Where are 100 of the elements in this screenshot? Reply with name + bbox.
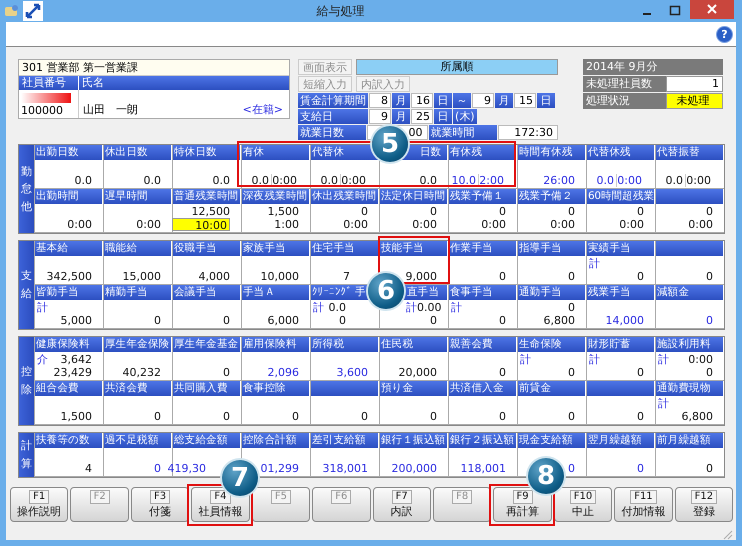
value-text: 0 xyxy=(637,366,644,379)
column-header: 前貸金 xyxy=(518,381,586,396)
amount-text: 0 xyxy=(637,205,644,218)
value-text: 0 xyxy=(499,366,506,379)
step-number: 6 xyxy=(368,273,404,309)
value-text: 0.0 xyxy=(212,174,230,187)
date-field[interactable]: 15 xyxy=(514,93,536,108)
column-header: 技能手当 xyxy=(380,241,448,256)
step-number: 8 xyxy=(528,458,564,494)
column-header: 出勤時間 xyxy=(35,189,103,204)
value-text: 0 xyxy=(706,314,713,327)
value-text: 0 xyxy=(568,366,575,379)
resize-grip-icon[interactable] xyxy=(723,530,733,540)
field-label: 未処理社員数 xyxy=(583,76,666,92)
date-field[interactable]: 8 xyxy=(369,93,391,108)
function-key-button[interactable]: F1 操作説明 xyxy=(10,487,68,522)
date-field[interactable]: 25 xyxy=(411,109,433,124)
value-text: 0 xyxy=(499,314,506,327)
value-field: 1 xyxy=(666,76,723,92)
field-label: 支給日 xyxy=(298,109,368,124)
value-text: 40,232 xyxy=(122,366,161,379)
sort-order-field[interactable]: 所属順 xyxy=(356,59,558,75)
value-text: 7 xyxy=(343,270,351,283)
column-header: 60時間超残業 xyxy=(587,189,655,204)
close-button[interactable] xyxy=(690,0,734,19)
column-header: 通勤手当 xyxy=(518,285,586,300)
value-text: 0:00 xyxy=(67,218,92,231)
column-header: 遅早時間 xyxy=(104,189,172,204)
column-header: 有休 xyxy=(242,145,310,160)
value-text: 0:00 xyxy=(688,218,713,231)
column-header: 預り金 xyxy=(380,381,448,396)
input-field[interactable]: 10:00 xyxy=(172,218,230,231)
column-header: 普通残業時間 xyxy=(173,189,241,204)
value-text: 0 xyxy=(430,410,437,423)
value-text: 0 xyxy=(568,462,575,475)
value-text: 0 xyxy=(706,270,713,283)
function-key-button[interactable]: F11 付加情報 xyxy=(614,487,673,522)
column-header: 家族手当 xyxy=(242,241,310,256)
unit-label: ～ xyxy=(453,93,471,108)
column-header: 共同購入費 xyxy=(173,381,241,396)
column-header: 残業予備２ xyxy=(518,189,586,204)
function-key-button[interactable]: F10 中止 xyxy=(554,487,612,522)
value-text: 23,429 xyxy=(54,366,92,379)
value-text: 0:00 xyxy=(136,218,161,231)
amount-text: 12,500 xyxy=(192,205,230,218)
function-key-button[interactable]: F3 付箋 xyxy=(130,487,190,522)
value-text: 0 xyxy=(223,366,230,379)
date-field[interactable]: 9 xyxy=(369,109,391,124)
value-text: 3,600 xyxy=(336,366,368,379)
column-header: 過不足税額 xyxy=(104,433,172,448)
value-text: 5,000 xyxy=(60,314,92,327)
column-header: 指導手当 xyxy=(518,241,586,256)
column-header: 残業手当 xyxy=(587,285,655,300)
function-key-button[interactable]: F12 登録 xyxy=(674,487,734,522)
unit-label: 月 xyxy=(392,93,410,108)
value-text: 0.0 xyxy=(320,174,339,187)
sum-mark: 計 xyxy=(589,353,600,366)
value-field[interactable]: 172:30 xyxy=(498,125,558,140)
value-text: 20,000 xyxy=(398,366,437,379)
value-text: 0.0 xyxy=(664,174,684,187)
value-text: 6,800 xyxy=(544,314,575,327)
amount-text: 0 xyxy=(568,301,575,314)
value-text: 342,500 xyxy=(46,270,92,283)
column-header: 厚生年金保険 xyxy=(104,337,172,352)
column-header: 氏名 xyxy=(79,76,289,90)
value-text: 0:00 xyxy=(685,174,713,187)
status-link[interactable]: <在籍> xyxy=(242,102,283,117)
column-header: 出勤日数 xyxy=(35,145,103,160)
amount-text: 1,500 xyxy=(268,205,299,218)
column-header: 親善会費 xyxy=(449,337,517,352)
expand-icon[interactable] xyxy=(23,1,43,21)
function-key-button[interactable]: F9 再計算 xyxy=(493,487,552,522)
value-text: 0:00 xyxy=(271,174,299,187)
field-label: 就業時間 xyxy=(428,125,497,140)
amount-text: 0.00 xyxy=(417,301,442,314)
column-header: 精勤手当 xyxy=(104,285,172,300)
value-text: 0.0 xyxy=(74,174,92,187)
sum-mark: 介 xyxy=(37,353,48,366)
column-header: 雇用保険料 xyxy=(242,337,310,352)
section-label: 計算 xyxy=(19,433,34,477)
unit-label: (木) xyxy=(453,109,477,124)
date-field[interactable]: 16 xyxy=(411,93,433,108)
value-text: 0.0 xyxy=(596,174,615,187)
date-field[interactable]: 9 xyxy=(472,93,494,108)
value-text: 0 xyxy=(637,462,644,475)
column-header: 残業予備１ xyxy=(449,189,517,204)
sum-mark: 計 xyxy=(658,397,669,410)
column-header xyxy=(587,381,655,396)
value-text: 0 xyxy=(223,314,230,327)
column-header: 休出残業時間 xyxy=(311,189,379,204)
column-header: 生命保険 xyxy=(518,337,586,352)
value-text: 419,30 xyxy=(168,462,207,475)
value-text: 0:00 xyxy=(412,218,437,231)
function-key-button[interactable]: F7 内訳 xyxy=(372,487,431,522)
column-header: 財形貯蓄 xyxy=(587,337,655,352)
help-button[interactable]: ? xyxy=(717,26,732,42)
column-header: 所得税 xyxy=(311,337,379,352)
column-header: 社員番号 xyxy=(19,76,79,90)
field-label: 賃金計算期間 xyxy=(298,93,368,108)
amount-text: 0:00 xyxy=(688,353,713,366)
